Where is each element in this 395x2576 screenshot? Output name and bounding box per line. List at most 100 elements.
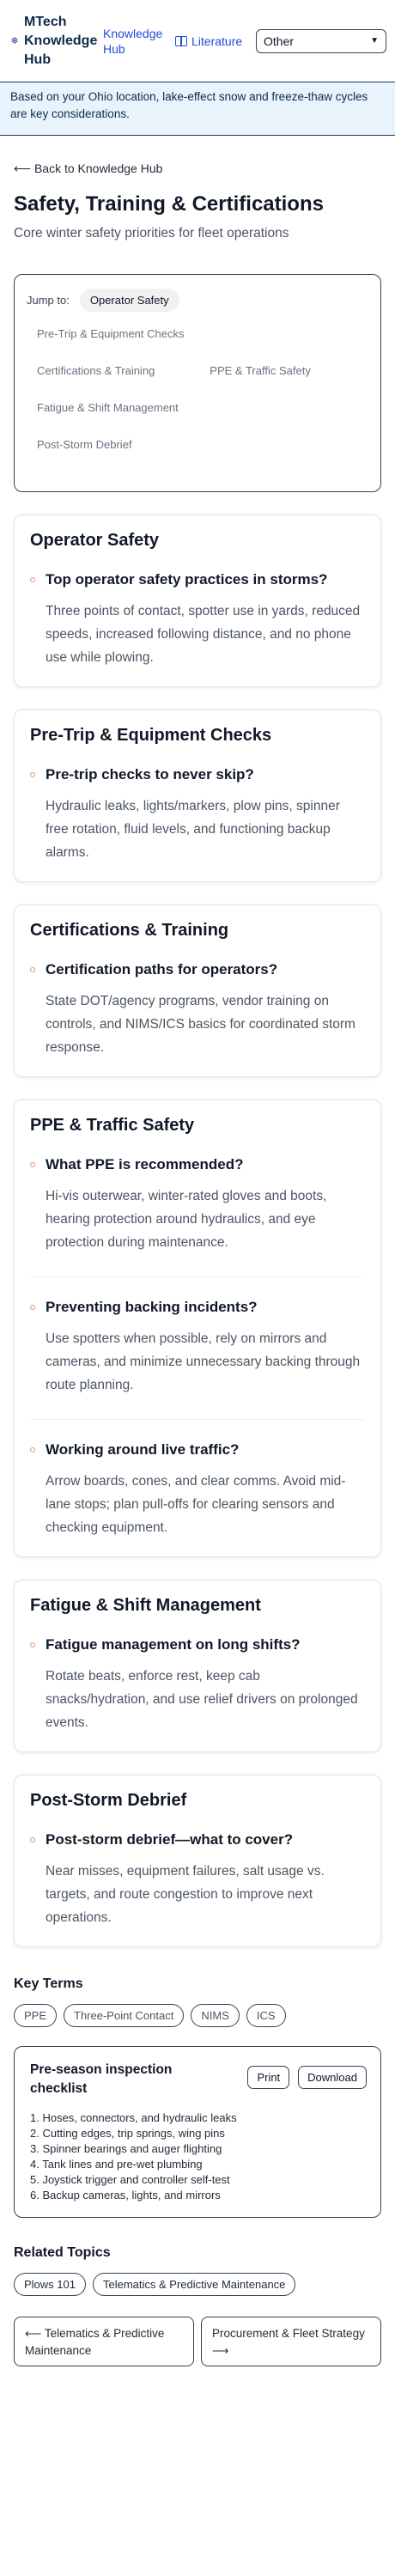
faq-item: Working around live traffic? Arrow boards…: [30, 1419, 365, 1543]
faq-card-title: Operator Safety: [30, 531, 160, 550]
faq-card-title: PPE & Traffic Safety: [30, 1116, 195, 1135]
faq-question-text: Working around live traffic?: [46, 1441, 240, 1458]
faq-item: What PPE is recommended? Hi-vis outerwear…: [30, 1154, 365, 1258]
related-topic-link[interactable]: Plows 101: [14, 2273, 86, 2296]
bullet-icon: [30, 1837, 35, 1842]
faq-card-title: Pre-Trip & Equipment Checks: [30, 726, 272, 745]
bullet-icon: [30, 772, 35, 777]
page-title: Safety, Training & Certifications: [14, 192, 324, 216]
jump-link-fatigue[interactable]: Fatigue & Shift Management: [27, 396, 368, 419]
jump-link-operator-safety[interactable]: Operator Safety: [79, 289, 179, 312]
term-chip[interactable]: NIMS: [191, 2004, 240, 2027]
jump-link-post-storm[interactable]: Post-Storm Debrief: [27, 433, 143, 456]
jump-link-certifications[interactable]: Certifications & Training: [27, 359, 165, 382]
bullet-icon: [30, 967, 35, 972]
faq-question-text: Pre-trip checks to never skip?: [46, 766, 254, 783]
faq-answer: State DOT/agency programs, vendor traini…: [46, 994, 356, 1055]
brand-name: MTech Knowledge Hub: [24, 14, 98, 67]
faq-answer: Hydraulic leaks, lights/markers, plow pi…: [46, 799, 340, 860]
faq-answer: Rotate beats, enforce rest, keep cab sna…: [46, 1669, 358, 1730]
checklist-item: 5. Joystick trigger and controller self-…: [30, 2173, 230, 2186]
faq-card: Certifications & Training Certification p…: [14, 904, 381, 1077]
jump-to-nav: Jump to: Operator Safety Pre-Trip & Equi…: [14, 274, 381, 492]
faq-answer: Hi-vis outerwear, winter-rated gloves an…: [46, 1189, 327, 1250]
faq-item: Preventing backing incidents? Use spotter…: [30, 1276, 365, 1400]
inspection-checklist: Pre-season inspection checklist Print Do…: [14, 2046, 381, 2218]
faq-card: Pre-Trip & Equipment Checks Pre-trip chec…: [14, 709, 381, 882]
jump-label: Jump to:: [27, 294, 70, 307]
location-select[interactable]: Other ▼: [256, 28, 386, 53]
bullet-icon: [30, 577, 35, 582]
jump-link-ppe[interactable]: PPE & Traffic Safety: [199, 359, 321, 382]
faq-item: Fatigue management on long shifts? Rotate…: [30, 1634, 365, 1738]
faq-card-title: Certifications & Training: [30, 921, 229, 940]
faq-question[interactable]: Post-storm debrief—what to cover?: [30, 1829, 365, 1851]
pager: ⟵ Telematics & Predictive Maintenance Pr…: [14, 2317, 381, 2366]
faq-question-text: Preventing backing incidents?: [46, 1299, 258, 1315]
faq-question[interactable]: Preventing backing incidents?: [30, 1296, 365, 1318]
faq-question-text: What PPE is recommended?: [46, 1156, 244, 1172]
term-chip[interactable]: Three-Point Contact: [64, 2004, 185, 2027]
faq-question-text: Fatigue management on long shifts?: [46, 1636, 301, 1653]
faq-question[interactable]: Certification paths for operators?: [30, 959, 365, 981]
page-subtitle: Core winter safety priorities for fleet …: [14, 226, 289, 241]
faq-card: Operator Safety Top operator safety pract…: [14, 515, 381, 687]
print-button[interactable]: Print: [247, 2066, 290, 2089]
prev-page-link[interactable]: ⟵ Telematics & Predictive Maintenance: [14, 2317, 194, 2366]
checklist-items: 1. Hoses, connectors, and hydraulic leak…: [30, 2110, 367, 2203]
faq-item: Certification paths for operators? State …: [30, 959, 365, 1063]
chevron-down-icon: ▼: [370, 36, 379, 46]
faq-answer: Use spotters when possible, rely on mirr…: [46, 1331, 361, 1392]
book-icon: [175, 35, 187, 46]
related-topics: Plows 101 Telematics & Predictive Mainte…: [14, 2273, 381, 2296]
faq-question[interactable]: Pre-trip checks to never skip?: [30, 764, 365, 786]
faq-question[interactable]: What PPE is recommended?: [30, 1154, 365, 1176]
faq-item: Post-storm debrief—what to cover? Near mi…: [30, 1829, 365, 1933]
faq-card: Post-Storm Debrief Post-storm debrief—wha…: [14, 1775, 381, 1947]
related-topics-title: Related Topics: [14, 2245, 111, 2260]
faq-item: Top operator safety practices in storms?…: [30, 569, 365, 673]
location-banner: Based on your Ohio location, lake-effect…: [0, 82, 395, 136]
checklist-item: 6. Backup cameras, lights, and mirrors: [30, 2189, 221, 2201]
checklist-title: Pre-season inspection checklist: [30, 2062, 173, 2096]
faq-question-text: Post-storm debrief—what to cover?: [46, 1831, 294, 1848]
faq-card: Fatigue & Shift Management Fatigue manage…: [14, 1580, 381, 1752]
faq-card-title: Post-Storm Debrief: [30, 1791, 187, 1810]
checklist-item: 4. Tank lines and pre-wet plumbing: [30, 2158, 203, 2171]
key-terms: PPE Three-Point Contact NIMS ICS: [14, 2004, 381, 2027]
faq-card-title: Fatigue & Shift Management: [30, 1596, 261, 1615]
bullet-icon: [30, 1642, 35, 1647]
bullet-icon: [30, 1447, 35, 1452]
faq-question-text: Certification paths for operators?: [46, 961, 278, 977]
site-header: ❄ MTech Knowledge Hub Knowledge Hub Lite…: [0, 0, 395, 82]
faq-question[interactable]: Working around live traffic?: [30, 1439, 365, 1461]
nav-knowledge-hub[interactable]: Knowledge Hub: [103, 26, 172, 57]
faq-answer: Near misses, equipment failures, salt us…: [46, 1864, 325, 1925]
main-content: ⟵ Back to Knowledge Hub Safety, Training…: [0, 161, 395, 2366]
download-button[interactable]: Download: [298, 2066, 367, 2089]
checklist-item: 1. Hoses, connectors, and hydraulic leak…: [30, 2111, 237, 2124]
nav-literature[interactable]: Literature: [175, 34, 242, 48]
snowflake-icon: ❄: [10, 36, 19, 46]
checklist-item: 3. Spinner bearings and auger flighting: [30, 2142, 222, 2155]
brand[interactable]: ❄ MTech Knowledge Hub: [10, 13, 98, 70]
back-link[interactable]: ⟵ Back to Knowledge Hub: [14, 161, 381, 176]
faq-question-text: Top operator safety practices in storms?: [46, 571, 328, 588]
next-page-link[interactable]: Procurement & Fleet Strategy ⟶: [201, 2317, 381, 2366]
faq-answer: Arrow boards, cones, and clear comms. Av…: [46, 1474, 346, 1535]
faq-question[interactable]: Top operator safety practices in storms?: [30, 569, 365, 591]
term-chip[interactable]: ICS: [246, 2004, 286, 2027]
key-terms-title: Key Terms: [14, 1976, 83, 1991]
term-chip[interactable]: PPE: [14, 2004, 58, 2027]
checklist-item: 2. Cutting edges, trip springs, wing pin…: [30, 2127, 225, 2140]
faq-sections: Operator Safety Top operator safety pract…: [14, 515, 381, 1947]
faq-question[interactable]: Fatigue management on long shifts?: [30, 1634, 365, 1656]
location-select-value: Other: [264, 33, 295, 48]
bullet-icon: [30, 1305, 35, 1310]
nav-literature-label: Literature: [191, 33, 243, 48]
related-topic-link[interactable]: Telematics & Predictive Maintenance: [92, 2273, 296, 2296]
bullet-icon: [30, 1162, 35, 1167]
faq-answer: Three points of contact, spotter use in …: [46, 604, 361, 665]
jump-link-pre-trip[interactable]: Pre-Trip & Equipment Checks: [27, 322, 368, 345]
faq-card: PPE & Traffic Safety What PPE is recommen…: [14, 1099, 381, 1557]
